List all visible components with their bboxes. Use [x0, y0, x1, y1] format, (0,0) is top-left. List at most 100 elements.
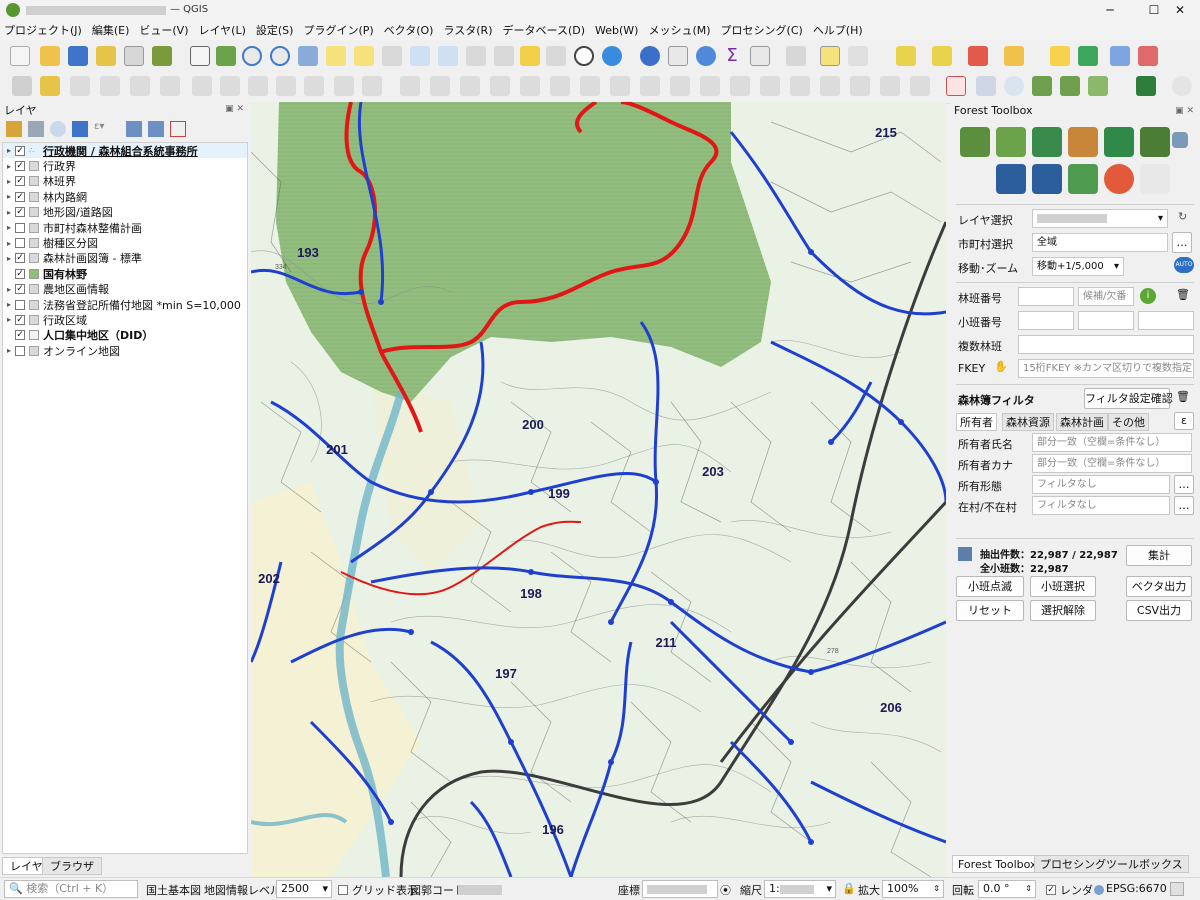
tab-processing-toolbox[interactable]: プロセシングツールボックス: [1034, 855, 1189, 873]
layer-row[interactable]: ▸ ✓ 林班界: [3, 174, 247, 189]
label-move-icon[interactable]: [1110, 46, 1130, 66]
coordinate-input[interactable]: [642, 880, 718, 898]
style-manager-icon[interactable]: [152, 46, 172, 66]
close-button[interactable]: ✕: [1162, 0, 1198, 20]
offset-curve-icon[interactable]: [760, 76, 780, 96]
layer-row[interactable]: ▸ ✓ 林内路網: [3, 189, 247, 204]
expand-arrow-icon[interactable]: ▸: [3, 346, 15, 355]
layer-checkbox[interactable]: ✓: [15, 284, 25, 295]
layer-row[interactable]: ✓ 人口集中地区（DID）: [3, 328, 247, 343]
save-as-icon[interactable]: [96, 46, 116, 66]
menu-processing[interactable]: プロセシング(C): [721, 22, 803, 38]
render-checkbox[interactable]: ✓: [1046, 885, 1056, 895]
layer-checkbox[interactable]: ✓: [15, 207, 25, 218]
menu-layer[interactable]: レイヤ(L): [198, 22, 245, 38]
sum-button[interactable]: 集計: [1126, 545, 1192, 566]
locator-search[interactable]: 🔍 検索（Ctrl + K）: [4, 880, 138, 898]
save-edits-icon[interactable]: [70, 76, 90, 96]
layer-checkbox[interactable]: ✓: [15, 145, 25, 156]
expand-arrow-icon[interactable]: ▸: [3, 285, 15, 294]
panel-float-close-icon[interactable]: ▣ ✕: [1175, 102, 1194, 120]
auto-icon[interactable]: AUTO: [1174, 257, 1194, 273]
overview-eye-icon[interactable]: [1172, 76, 1192, 96]
map-canvas[interactable]: 215 193 200 201 199 203 202 198 211 197 …: [251, 102, 946, 877]
deselect-icon[interactable]: [968, 46, 988, 66]
label-tool-icon[interactable]: [1078, 46, 1098, 66]
trace-icon[interactable]: [1032, 76, 1052, 96]
info-icon[interactable]: i: [1140, 288, 1156, 304]
zoom-next-icon[interactable]: [438, 46, 458, 66]
merge-features-icon[interactable]: [850, 76, 870, 96]
menu-web[interactable]: Web(W): [595, 24, 638, 37]
collapse-all-icon[interactable]: [148, 121, 164, 137]
layer-row[interactable]: ▸ ✓ 行政界: [3, 158, 247, 173]
filter-icon[interactable]: [72, 121, 88, 137]
filter-more-button[interactable]: …: [1174, 496, 1194, 515]
expand-arrow-icon[interactable]: ▸: [3, 208, 15, 217]
attribute-table-icon[interactable]: [668, 46, 688, 66]
grid-layer-icon[interactable]: [996, 127, 1026, 157]
reshape-icon[interactable]: [730, 76, 750, 96]
city-select-input[interactable]: 全域: [1032, 233, 1168, 252]
rotation-input[interactable]: 0.0 ° ⇕: [978, 880, 1036, 898]
color-wheel-icon[interactable]: [1104, 164, 1134, 194]
zoom-out-icon[interactable]: [270, 46, 290, 66]
delete-part-icon[interactable]: [700, 76, 720, 96]
menu-plugins[interactable]: プラグイン(P): [303, 22, 373, 38]
fukusu-input[interactable]: [1018, 335, 1194, 354]
panel-float-close-icon[interactable]: ▣ ✕: [225, 104, 244, 114]
layer-row[interactable]: ▸ オンライン地図: [3, 343, 247, 358]
layer-row[interactable]: ▸ ✓ 農地区画情報: [3, 282, 247, 297]
fill-ring-icon[interactable]: [640, 76, 660, 96]
snapping-magnet-icon[interactable]: [946, 76, 966, 96]
layer-checkbox[interactable]: [15, 222, 25, 233]
merge-attributes-icon[interactable]: [880, 76, 900, 96]
menu-database[interactable]: データベース(D): [503, 22, 586, 38]
select-location-icon[interactable]: [1004, 46, 1024, 66]
move-zoom-dropdown[interactable]: 移動+1/5,000 ▾: [1032, 257, 1124, 276]
new-project-icon[interactable]: [10, 46, 30, 66]
shohan-input-2[interactable]: [1078, 311, 1134, 330]
delete-icon[interactable]: [220, 76, 240, 96]
filter-expression-icon[interactable]: ε▾: [94, 121, 118, 137]
layer-row[interactable]: ▸ ✓ 行政区域: [3, 312, 247, 327]
visibility-eye-icon[interactable]: [50, 121, 66, 137]
measure-icon[interactable]: [786, 46, 806, 66]
expand-arrow-icon[interactable]: ▸: [3, 254, 15, 263]
print-icon[interactable]: [1032, 127, 1062, 157]
mouse-coords-icon[interactable]: ⦿: [720, 882, 731, 898]
style-brush-icon[interactable]: [6, 121, 22, 137]
menu-settings[interactable]: 設定(S): [256, 22, 294, 38]
temporal-controller-icon[interactable]: [494, 46, 514, 66]
expand-all-icon[interactable]: [126, 121, 142, 137]
filter-tab-resource[interactable]: 森林資源: [1002, 413, 1054, 431]
qr-code-icon[interactable]: [1068, 164, 1098, 194]
copy-icon[interactable]: [276, 76, 296, 96]
simplify-icon[interactable]: [550, 76, 570, 96]
filter-more-button[interactable]: …: [1174, 475, 1194, 494]
city-more-button[interactable]: …: [1172, 232, 1192, 253]
layer-checkbox[interactable]: [15, 299, 25, 310]
menu-project[interactable]: プロジェクト(J): [4, 22, 82, 38]
split-features-icon[interactable]: [790, 76, 810, 96]
blank-tool-icon[interactable]: [1140, 164, 1170, 194]
label-rotate-icon[interactable]: [1138, 46, 1158, 66]
undo-icon[interactable]: [334, 76, 354, 96]
save-project-icon[interactable]: [68, 46, 88, 66]
expand-arrow-icon[interactable]: ▸: [3, 223, 15, 232]
add-group-icon[interactable]: [28, 121, 44, 137]
trash-icon[interactable]: 🗑: [1176, 288, 1190, 301]
select-shohan-button[interactable]: 小班選択: [1030, 576, 1096, 597]
pan-icon[interactable]: [190, 46, 210, 66]
rotate-feature-icon[interactable]: [520, 76, 540, 96]
layer-row[interactable]: ▸ ✓ ∴ 行政機関 / 森林組合系統事務所: [3, 143, 247, 159]
messages-icon[interactable]: [1170, 882, 1184, 896]
layer-checkbox[interactable]: [15, 238, 25, 249]
layer-row[interactable]: ▸ 法務省登記所備付地図 *min S=10,000: [3, 297, 247, 312]
json-export-icon[interactable]: [996, 164, 1026, 194]
layer-checkbox[interactable]: ✓: [15, 268, 25, 279]
move-feature-icon[interactable]: [490, 76, 510, 96]
filter-field-input[interactable]: 部分一致（空欄=条件なし）: [1032, 433, 1192, 452]
digitize-tools-icon[interactable]: [400, 76, 420, 96]
csv-export-button[interactable]: CSV出力: [1126, 600, 1192, 621]
